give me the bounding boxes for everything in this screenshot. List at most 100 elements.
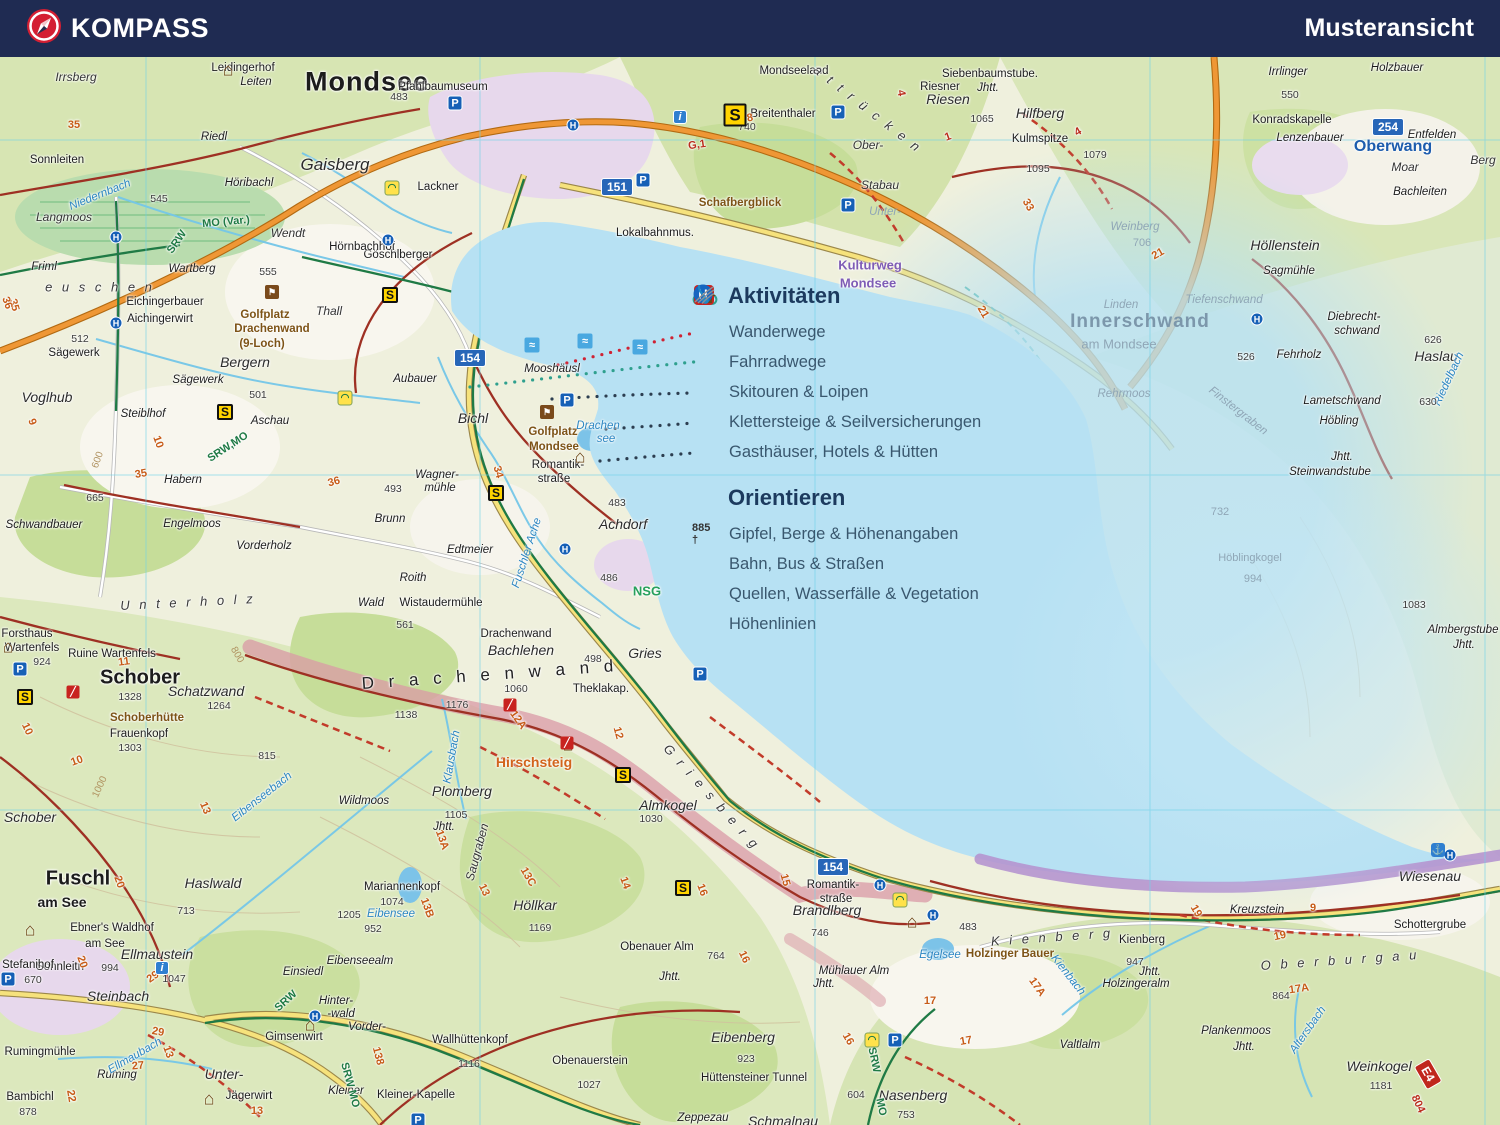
map-label: Konradskapelle	[1252, 114, 1332, 126]
page-title: Musteransicht	[1304, 14, 1474, 42]
map-label: Riedelbach	[1431, 350, 1467, 408]
map-label: Entfelden	[1407, 129, 1457, 141]
map-label: Einsiedl	[282, 966, 324, 978]
map-label: 1027	[577, 1079, 601, 1091]
hut-icon: ⌂	[203, 1088, 215, 1109]
map-label: Berg	[1470, 153, 1496, 167]
map-label: Hinter-	[318, 995, 354, 1007]
map-label: Eibenseebach	[229, 769, 295, 825]
map-label: Riedl	[200, 131, 228, 143]
map-label: Thall	[315, 304, 343, 318]
map-label: 994	[1243, 573, 1263, 585]
parking-icon: P	[840, 197, 856, 213]
map-label: Almbergstube	[1427, 624, 1499, 636]
map-label: 1105	[444, 809, 468, 821]
map-label: 16	[694, 882, 710, 898]
map-label: Höllkar	[513, 897, 557, 913]
map-label: 13A	[432, 828, 452, 852]
map-label: 20	[111, 874, 127, 890]
map-label: 15	[777, 872, 793, 888]
kompass-logo-icon	[26, 8, 62, 49]
map-label: 600	[89, 450, 107, 470]
map-label: 753	[897, 1109, 915, 1121]
map-label: Zeppezau	[677, 1112, 729, 1124]
map-label: Diebrecht-	[1327, 311, 1381, 323]
map-label: Breitenthaler	[750, 108, 816, 120]
map-label: 1138	[394, 709, 418, 721]
map-label: Kreuzstein	[1229, 904, 1285, 916]
map-label: Mondsee	[529, 441, 579, 453]
map-label: Kienbach	[1048, 952, 1088, 998]
map-label: Almkogel	[639, 797, 697, 813]
map-label: Theklakap.	[572, 683, 630, 695]
map-label: Edtmeier	[446, 544, 494, 556]
map-label: Altersbach	[1287, 1004, 1329, 1056]
parking-icon: P	[830, 104, 846, 120]
map-label: 20	[74, 954, 90, 970]
map-label: D r a c h e n w a n d	[361, 656, 619, 693]
map-label: Irrlinger	[1268, 66, 1308, 78]
map-label: 732	[1210, 506, 1230, 518]
map-label: Innerschwand	[1070, 311, 1210, 332]
map-label: Stefanihof	[2, 959, 54, 971]
map-label: Holzbauer	[1370, 62, 1424, 74]
map-label: Fuschl	[45, 867, 111, 890]
map-label: Mooshäusl	[524, 363, 580, 375]
map-label: 10	[69, 753, 85, 769]
parking-icon: P	[12, 661, 28, 677]
map-label: Schatzwand	[167, 683, 245, 699]
hut-icon: ⌂	[906, 911, 918, 932]
map-label: Oberwang	[1353, 138, 1433, 155]
map-label: Gimsenwirt	[265, 1031, 323, 1043]
map-label: SRW	[865, 1046, 883, 1074]
map-label: 13	[197, 800, 213, 816]
map-label: Sägewerk	[172, 374, 224, 386]
map-label: Rehrmoos	[1097, 388, 1151, 400]
map-label: 13	[250, 1105, 264, 1117]
map-label: SRW MO	[338, 1061, 362, 1109]
map-label: Lametschwand	[1303, 395, 1381, 407]
map-label: schwand	[1334, 325, 1380, 337]
map-label: 35	[6, 297, 22, 313]
map-label: Eibenseealm	[326, 955, 394, 967]
map-label: MO (Var.)	[201, 213, 251, 231]
map-label: Wildmoos	[338, 795, 390, 807]
via-ferrata-marker-icon: ╱	[503, 698, 517, 712]
map-viewport: Mondsee 483 Pfahlbaumuseum Mondseeland Riesn…	[0, 57, 1500, 1125]
map-label: Unter-	[869, 206, 901, 218]
map-label: Ellmaubach	[105, 1035, 165, 1077]
map-label: 1079	[1083, 149, 1107, 161]
map-label: 36	[326, 474, 342, 490]
map-label: mühle	[424, 482, 456, 494]
map-label: Lenzenbauer	[1276, 132, 1344, 144]
hut-icon: ⌂	[222, 59, 234, 80]
map-label: Jhtt.	[659, 971, 681, 983]
via-ferrata-marker-icon: ╱	[66, 685, 80, 699]
map-label: see	[596, 433, 616, 445]
map-label: 493	[384, 483, 402, 495]
info-icon: i	[155, 961, 169, 975]
map-label: SRW	[272, 988, 300, 1014]
sight-icon: S	[382, 287, 398, 303]
bus-stop-icon: H	[1250, 312, 1264, 326]
map-label: Jhtt.	[813, 978, 835, 990]
map-label: Golfplatz	[528, 426, 578, 438]
map-label: Leiten	[240, 76, 272, 88]
map-label: Sonnleitn	[36, 961, 84, 973]
map-label: 4	[1072, 125, 1084, 139]
map-label: 1328	[118, 691, 142, 703]
map-label: O b e r b u r g a u	[1260, 946, 1420, 974]
map-label: Göschlberger	[363, 249, 433, 261]
sight-icon: S	[723, 103, 747, 127]
map-label: Ebner's Waldhof	[70, 922, 154, 934]
map-label: 1065	[970, 113, 994, 125]
map-label: 22	[64, 1088, 78, 1104]
viewpoint-icon: ◠	[892, 892, 908, 908]
map-label: Mondsee	[304, 66, 430, 97]
bus-stop-icon: H	[381, 233, 395, 247]
map-label: 27	[131, 1059, 145, 1073]
map-label: Golfplatz	[240, 309, 290, 321]
map-label: 9	[1309, 902, 1317, 914]
map-label: Roith	[399, 572, 427, 584]
map-label: 36	[0, 295, 15, 311]
